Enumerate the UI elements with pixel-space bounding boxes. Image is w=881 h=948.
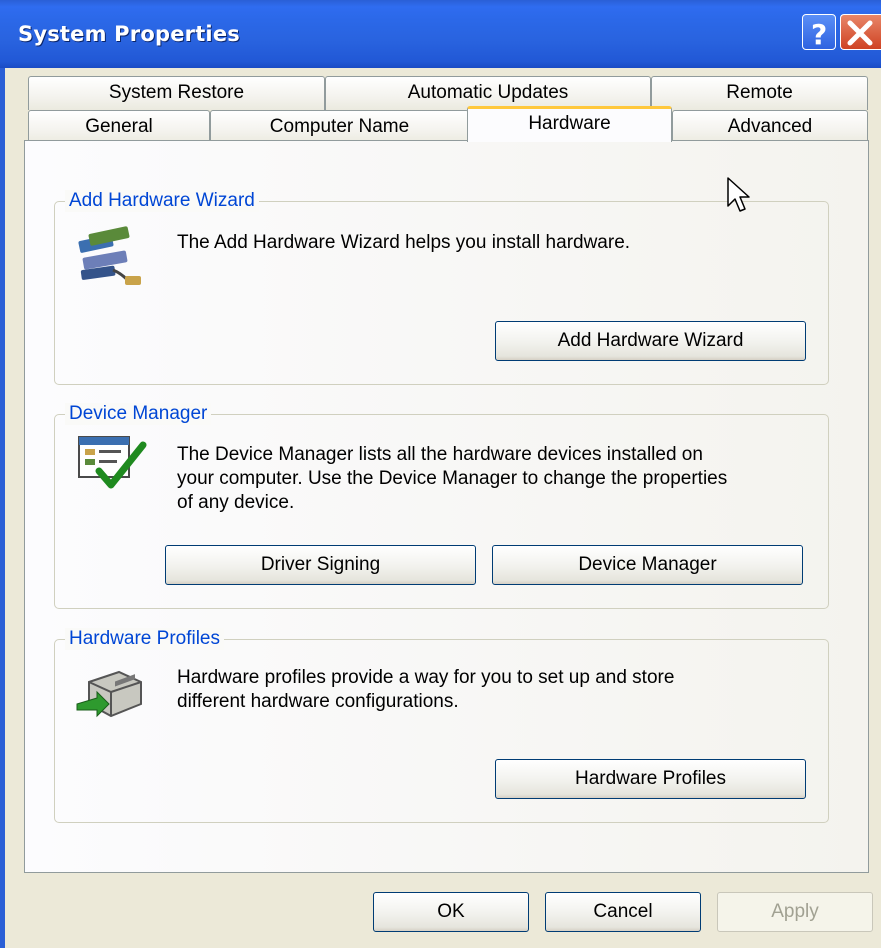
add-hardware-group: Add Hardware Wizard The Add Hardware Wiz…	[54, 190, 829, 385]
tab-hardware[interactable]: Hardware	[467, 106, 672, 142]
tab-label: Advanced	[727, 116, 813, 137]
help-icon: ?	[811, 18, 827, 51]
tab-computer-name[interactable]: Computer Name	[210, 110, 469, 144]
hardware-profiles-description: Hardware profiles provide a way for you …	[177, 666, 674, 714]
tab-remote[interactable]: Remote	[651, 76, 868, 110]
tab-automatic-updates[interactable]: Automatic Updates	[325, 76, 651, 110]
description-line: The Device Manager lists all the hardwar…	[177, 444, 703, 465]
device-manager-group-title: Device Manager	[65, 403, 212, 425]
driver-signing-button[interactable]: Driver Signing	[165, 545, 476, 585]
description-line: different hardware configurations.	[177, 691, 459, 712]
tab-system-restore[interactable]: System Restore	[28, 76, 325, 110]
tab-advanced[interactable]: Advanced	[672, 110, 868, 144]
window-title: System Properties	[18, 22, 240, 46]
ok-button[interactable]: OK	[373, 892, 529, 932]
window-frame-left	[0, 68, 5, 948]
tab-label: General	[85, 116, 153, 137]
svg-text:?: ?	[811, 18, 827, 51]
hardware-profiles-button[interactable]: Hardware Profiles	[495, 759, 806, 799]
tab-label: Remote	[726, 82, 793, 103]
description-line: Hardware profiles provide a way for you …	[177, 667, 675, 688]
help-button[interactable]: ?	[802, 14, 836, 51]
hardware-profiles-group-title: Hardware Profiles	[65, 628, 224, 650]
device-manager-icon	[78, 436, 147, 489]
device-manager-description: The Device Manager lists all the hardwar…	[177, 443, 727, 515]
add-hardware-group-title: Add Hardware Wizard	[65, 190, 259, 212]
apply-button[interactable]: Apply	[717, 892, 873, 932]
tab-general[interactable]: General	[28, 110, 210, 144]
add-hardware-description: The Add Hardware Wizard helps you instal…	[177, 232, 631, 253]
tab-label: Automatic Updates	[407, 82, 569, 103]
cancel-button[interactable]: Cancel	[545, 892, 701, 932]
hardware-profiles-icon	[76, 670, 142, 718]
description-line: your computer. Use the Device Manager to…	[177, 468, 728, 489]
title-bar[interactable]: System Properties ?	[0, 0, 881, 68]
hardware-profiles-group: Hardware Profiles Hardware profiles prov…	[54, 628, 829, 823]
tab-label: Hardware	[528, 113, 611, 134]
mouse-cursor-icon	[727, 177, 750, 212]
add-hardware-wizard-button[interactable]: Add Hardware Wizard	[495, 321, 806, 361]
hardware-wizard-icon	[78, 226, 141, 285]
close-icon	[847, 20, 873, 46]
device-manager-button[interactable]: Device Manager	[492, 545, 803, 585]
close-button[interactable]	[840, 14, 881, 50]
tab-label: System Restore	[108, 82, 245, 103]
device-manager-group: Device Manager The Device Manager lists …	[54, 403, 829, 609]
tab-label: Computer Name	[269, 116, 410, 137]
description-line: of any device.	[177, 492, 295, 513]
hardware-tab-panel: Add Hardware Wizard The Add Hardware Wiz…	[24, 140, 869, 873]
